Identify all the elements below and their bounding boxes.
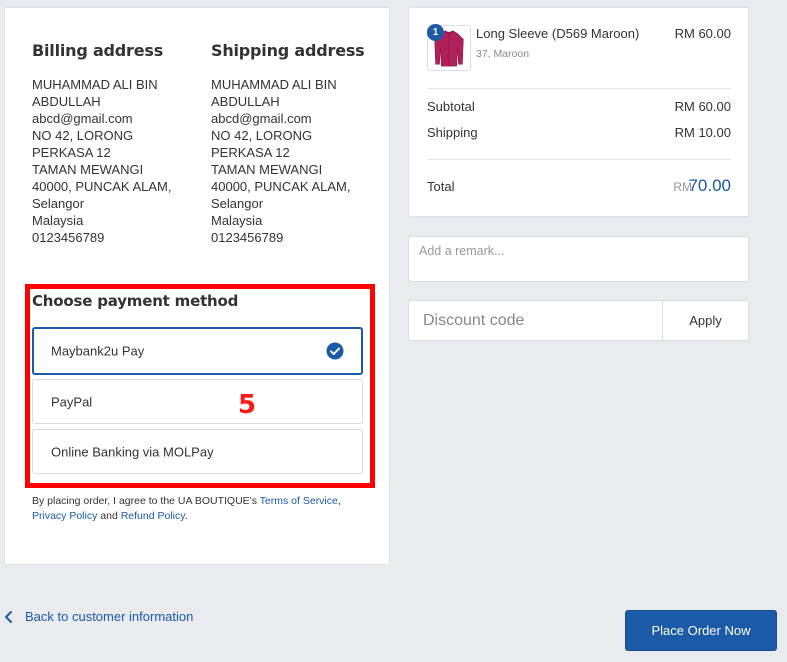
terms-prefix: By placing order, I agree to the UA BOUT…	[32, 495, 260, 507]
back-link-label: Back to customer information	[25, 609, 194, 624]
billing-address-heading: Billing address	[32, 41, 164, 60]
apply-discount-button[interactable]: Apply	[662, 301, 748, 340]
billing-line: MUHAMMAD ALI BIN	[32, 77, 158, 92]
terms-notice: By placing order, I agree to the UA BOUT…	[32, 494, 377, 524]
billing-line: 40000, PUNCAK ALAM,	[32, 179, 172, 194]
shipping-line: ABDULLAH	[211, 94, 280, 109]
discount-code-group: Apply	[408, 300, 749, 341]
terms-of-service-link[interactable]: Terms of Service	[260, 495, 338, 507]
shipping-line: 0123456789	[211, 230, 284, 245]
shipping-line: 40000, PUNCAK ALAM,	[211, 179, 351, 194]
shipping-address: Shipping address MUHAMMAD ALI BIN ABDULL…	[211, 41, 381, 246]
total-amount: 70.00	[688, 176, 731, 195]
billing-line: abcd@gmail.com	[32, 111, 133, 126]
discount-code-input[interactable]	[409, 301, 663, 340]
shipping-line: Selangor	[211, 196, 264, 211]
subtotal-value: RM 60.00	[674, 99, 731, 114]
place-order-button[interactable]: Place Order Now	[625, 610, 777, 651]
order-summary: 1 Long Sleeve (D569 Maroon) 37, Maroon R…	[408, 7, 749, 217]
divider	[427, 88, 731, 89]
billing-line: TAMAN MEWANGI	[32, 162, 144, 177]
refund-policy-link[interactable]: Refund Policy	[121, 510, 185, 522]
product-price: RM 60.00	[674, 26, 731, 41]
shipping-line: PERKASA 12	[211, 145, 290, 160]
checkout-panel: Billing address MUHAMMAD ALI BIN ABDULLA…	[4, 7, 390, 565]
quantity-badge: 1	[427, 24, 444, 41]
subtotal-label: Subtotal	[427, 99, 475, 114]
shipping-value: RM 10.00	[674, 125, 731, 140]
privacy-policy-link[interactable]: Privacy Policy	[32, 510, 97, 522]
billing-address-lines: MUHAMMAD ALI BIN ABDULLAH abcd@gmail.com…	[32, 76, 202, 246]
shipping-line: Malaysia	[211, 213, 263, 228]
shipping-label: Shipping	[427, 125, 478, 140]
shipping-line: MUHAMMAD ALI BIN	[211, 77, 337, 92]
shipping-line: NO 42, LORONG	[211, 128, 313, 143]
billing-line: ABDULLAH	[32, 94, 101, 109]
billing-address: Billing address MUHAMMAD ALI BIN ABDULLA…	[32, 41, 202, 246]
billing-line: 0123456789	[32, 230, 105, 245]
annotation-highlight-box	[25, 284, 375, 488]
remark-input[interactable]	[408, 236, 749, 282]
billing-line: Selangor	[32, 196, 85, 211]
shipping-address-lines: MUHAMMAD ALI BIN ABDULLAH abcd@gmail.com…	[211, 76, 381, 246]
product-name: Long Sleeve (D569 Maroon)	[476, 26, 640, 41]
billing-line: PERKASA 12	[32, 145, 111, 160]
back-to-customer-info-link[interactable]: Back to customer information	[4, 609, 193, 624]
shipping-line: abcd@gmail.com	[211, 111, 312, 126]
chevron-left-icon	[5, 610, 12, 623]
terms-end: .	[184, 510, 188, 522]
annotation-step-number: 5	[238, 390, 257, 420]
terms-comma: ,	[337, 495, 341, 507]
terms-and: and	[97, 510, 121, 522]
billing-line: NO 42, LORONG	[32, 128, 134, 143]
shipping-address-heading: Shipping address	[211, 41, 365, 60]
billing-line: Malaysia	[32, 213, 84, 228]
shipping-line: TAMAN MEWANGI	[211, 162, 323, 177]
divider	[427, 159, 731, 160]
total-label: Total	[427, 179, 455, 194]
product-variant: 37, Maroon	[476, 48, 530, 60]
